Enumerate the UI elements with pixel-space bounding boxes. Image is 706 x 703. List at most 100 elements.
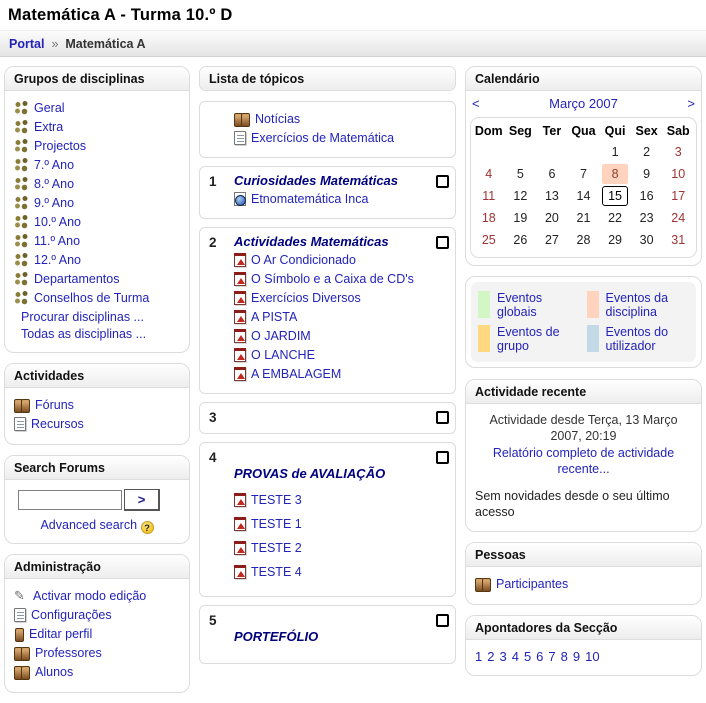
topic-resource-link[interactable]: TESTE 1 — [251, 517, 302, 531]
admin-link[interactable]: Alunos — [35, 665, 73, 679]
category-link[interactable]: Geral — [34, 101, 65, 115]
calendar-day-name: Ter — [536, 122, 568, 141]
collapse-topic-checkbox[interactable] — [436, 236, 449, 249]
calendar-day: 29 — [602, 230, 628, 250]
category-icon — [14, 215, 29, 229]
search-input[interactable] — [18, 490, 122, 510]
calendar-day-name: Sex — [631, 122, 663, 141]
category-link[interactable]: Departamentos — [34, 272, 119, 286]
section-jump-link[interactable]: 1 — [475, 649, 482, 664]
pdf-icon — [234, 310, 246, 324]
calendar-day: 23 — [634, 208, 660, 228]
category-extra-link[interactable]: Todas as disciplinas ... — [21, 327, 146, 341]
category-icon — [14, 291, 29, 305]
section-jump-link[interactable]: 10 — [585, 649, 599, 664]
topic-resource-item: TESTE 2 — [234, 540, 425, 556]
legend-label-link[interactable]: Eventos globais — [497, 291, 581, 319]
section-jump-link[interactable]: 4 — [512, 649, 519, 664]
activity-link[interactable]: Recursos — [31, 417, 84, 431]
calendar-month-link[interactable]: Março 2007 — [494, 96, 673, 111]
activities-list: Fóruns Recursos — [5, 388, 189, 444]
pdf-icon — [234, 565, 246, 579]
section-jump-link[interactable]: 3 — [499, 649, 506, 664]
category-link[interactable]: Conselhos de Turma — [34, 291, 149, 305]
participants-link[interactable]: Participantes — [496, 577, 568, 591]
topic-resource-link[interactable]: A EMBALAGEM — [251, 367, 341, 381]
topic-resource-link[interactable]: TESTE 4 — [251, 565, 302, 579]
topic-items: Etnomatemática Inca — [234, 191, 425, 207]
admin-link[interactable]: Professores — [35, 646, 102, 660]
topic-resource-link[interactable]: Exercícios de Matemática — [251, 131, 394, 145]
section-jump-link[interactable]: 5 — [524, 649, 531, 664]
search-submit-button[interactable]: > — [124, 489, 160, 511]
calendar-prev-link[interactable]: < — [472, 96, 494, 111]
category-link[interactable]: 9.º Ano — [34, 196, 74, 210]
breadcrumb-home-link[interactable]: Portal — [9, 37, 44, 51]
category-link[interactable]: 12.º Ano — [34, 253, 81, 267]
topic-resource-link[interactable]: Etnomatemática Inca — [251, 192, 368, 206]
topic-resource-link[interactable]: O Símbolo e a Caixa de CD's — [251, 272, 414, 286]
section-jump-link[interactable]: 6 — [536, 649, 543, 664]
calendar-week-row: 25 26 27 28 29 30 — [473, 229, 694, 251]
category-link[interactable]: Projectos — [34, 139, 86, 153]
topic-resource-link[interactable]: Notícias — [255, 112, 300, 126]
center-column: Lista de tópicos Notícias — [199, 66, 456, 672]
admin-list-item: Professores — [14, 645, 180, 662]
category-link[interactable]: 11.º Ano — [34, 234, 80, 248]
admin-link[interactable]: Configurações — [31, 608, 112, 622]
category-link[interactable]: 8.º Ano — [34, 177, 74, 191]
collapse-topic-checkbox[interactable] — [436, 451, 449, 464]
topic-resource-link[interactable]: O LANCHE — [251, 348, 315, 362]
recent-activity-block: Actividade recente Actividade desde Terç… — [465, 379, 702, 532]
topic-resource-link[interactable]: TESTE 2 — [251, 541, 302, 555]
legend-swatch — [478, 325, 490, 352]
section-jump-link[interactable]: 7 — [548, 649, 555, 664]
legend-swatch — [587, 291, 599, 318]
calendar-day: 25 — [476, 230, 502, 250]
calendar-day: 16 — [634, 186, 660, 206]
category-link[interactable]: Extra — [34, 120, 63, 134]
topic-body: Curiosidades Matemáticas Etnomatemática … — [234, 173, 425, 210]
section-jump-link[interactable]: 2 — [487, 649, 494, 664]
legend-label-link[interactable]: Eventos do utilizador — [606, 325, 690, 353]
admin-list-item: Activar modo edição — [14, 588, 180, 605]
topic-title: Curiosidades Matemáticas — [234, 173, 425, 188]
breadcrumb-separator: » — [51, 37, 58, 51]
full-report-link[interactable]: Relatório completo de actividade recente… — [475, 445, 692, 477]
collapse-topic-checkbox[interactable] — [436, 175, 449, 188]
admin-link[interactable]: Activar modo edição — [33, 589, 146, 603]
advanced-search-link[interactable]: Advanced search — [40, 518, 137, 532]
topic-resource-link[interactable]: O JARDIM — [251, 329, 311, 343]
calendar-next-link[interactable]: > — [673, 96, 695, 111]
topic-resource-link[interactable]: A PISTA — [251, 310, 297, 324]
topic-number — [209, 108, 234, 149]
section-jump-link[interactable]: 8 — [561, 649, 568, 664]
topic-list: Notícias Exercícios de Matemática 1 — [199, 101, 456, 664]
calendar-day: 17 — [665, 186, 691, 206]
topic-title: PROVAS de AVALIAÇÃO — [234, 466, 425, 481]
block-title: Actividades — [5, 364, 189, 388]
collapse-topic-checkbox[interactable] — [436, 614, 449, 627]
topic-resource-link[interactable]: O Ar Condicionado — [251, 253, 356, 267]
webpage-icon — [234, 192, 246, 206]
topic-resource-link[interactable]: TESTE 3 — [251, 493, 302, 507]
category-link[interactable]: 7.º Ano — [34, 158, 74, 172]
help-icon[interactable]: ? — [141, 521, 154, 534]
administration-block: Administração Activar modo edição Config… — [4, 554, 190, 693]
topic-resource-link[interactable]: Exercícios Diversos — [251, 291, 361, 305]
category-extra-link[interactable]: Procurar disciplinas ... — [21, 310, 144, 324]
topic-body: PROVAS de AVALIAÇÃO TESTE 3 TESTE 1 — [234, 449, 425, 588]
collapse-topic-checkbox[interactable] — [436, 411, 449, 424]
topic-number: 2 — [209, 234, 234, 385]
legend-label-link[interactable]: Eventos de grupo — [497, 325, 581, 353]
category-link[interactable]: 10.º Ano — [34, 215, 81, 229]
admin-link[interactable]: Editar perfil — [29, 627, 92, 641]
legend-label-link[interactable]: Eventos da disciplina — [606, 291, 690, 319]
block-title: Calendário — [466, 67, 701, 91]
legend-item: Eventos do utilizador — [587, 325, 690, 353]
section-jump-link[interactable]: 9 — [573, 649, 580, 664]
search-forums-block: Search Forums > Advanced search ? — [4, 455, 190, 544]
topic-resource-item: Exercícios Diversos — [234, 290, 425, 306]
category-icon — [14, 253, 29, 267]
activity-link[interactable]: Fóruns — [35, 398, 74, 412]
